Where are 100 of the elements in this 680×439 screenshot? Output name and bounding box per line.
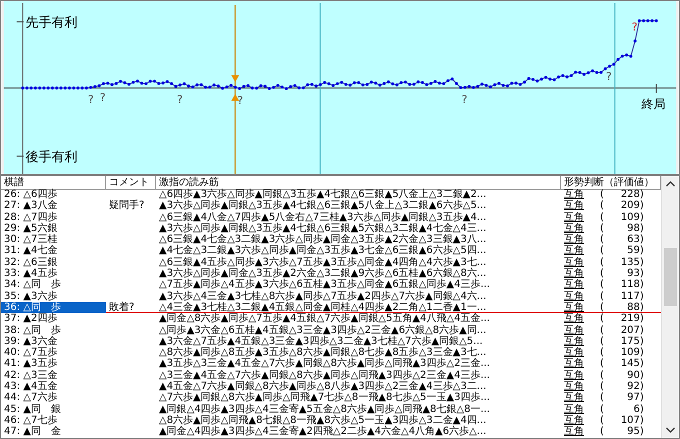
move-cell[interactable]: 35: ▲3六歩 xyxy=(1,290,106,302)
position-cursor[interactable] xyxy=(231,4,240,174)
paren: ) xyxy=(640,234,644,246)
judgement-text: 互角 xyxy=(564,256,585,268)
column-header[interactable]: 棋譜 xyxy=(1,176,106,190)
variation-cell-text: ▲3六歩△同歩▲同銀△3五歩▲4七銀△6三銀▲5六銀△3二銀▲4七金△4三... xyxy=(158,222,488,234)
column-header[interactable]: コメント xyxy=(106,176,156,190)
judgement-text: 互角 xyxy=(564,302,585,313)
score-value: 93 xyxy=(626,268,640,280)
score-value: 90 xyxy=(626,370,640,382)
paren: ( xyxy=(600,426,604,438)
paren: ) xyxy=(640,222,644,234)
score-value: 145 xyxy=(620,358,640,370)
score-value: 117 xyxy=(620,290,640,302)
move-cell[interactable]: 46: △7七歩 xyxy=(1,414,106,426)
score-value: 59 xyxy=(626,245,640,257)
move-cell[interactable]: 27: ▲3八金 xyxy=(1,200,106,212)
judgement-text: 互角 xyxy=(564,245,585,257)
paren: ) xyxy=(640,414,644,426)
question-mark: ? xyxy=(632,20,638,34)
move-cell[interactable]: 31: ▲4七金 xyxy=(1,245,106,257)
question-mark: ? xyxy=(462,92,468,106)
score-value: 207 xyxy=(620,324,640,336)
move-cell[interactable]: 36: △同 歩 xyxy=(1,302,106,314)
paren: ( xyxy=(600,414,604,426)
judgement-text: 互角 xyxy=(564,426,585,438)
judgement-text: 互角 xyxy=(564,234,585,246)
paren: ) xyxy=(640,426,644,438)
scroll-thumb[interactable] xyxy=(664,248,677,306)
variation-cell-text: △3三金▲4五金△7六歩▲同銀△8六歩▲同歩△同飛▲3四歩△2三金▲4三歩... xyxy=(158,370,491,381)
move-cell[interactable]: 32: △6三銀 xyxy=(1,256,106,268)
variation-cell-text: ▲同金△8六歩▲同歩△7五歩▲4五銀△7六歩▲同銀△5五角▲4八飛△4五金... xyxy=(158,313,491,324)
move-cell[interactable]: 41: ▲3五歩 xyxy=(1,358,106,370)
paren: ( xyxy=(600,279,604,291)
move-cell[interactable]: 37: ▲2四歩 xyxy=(1,313,106,325)
paren: ( xyxy=(600,324,604,336)
paren: ) xyxy=(640,268,644,280)
paren: ) xyxy=(640,404,644,415)
score-value: 135 xyxy=(620,256,640,268)
paren: ( xyxy=(600,404,604,415)
move-cell[interactable]: 42: △3三金 xyxy=(1,370,106,382)
question-mark: ? xyxy=(100,90,106,104)
variation-cell-text: △4三金▲3七桂△3二銀▲4五銀△同金▲同桂△4四歩▲2二角△1二香▲1一... xyxy=(158,302,488,313)
move-cell[interactable]: 29: ▲5六銀 xyxy=(1,222,106,234)
move-cell[interactable]: 47: ▲同 金 xyxy=(1,426,106,438)
score-value: 95 xyxy=(626,426,640,438)
judgement-text: 互角 xyxy=(564,370,585,381)
move-cell[interactable]: 45: ▲同 銀 xyxy=(1,404,106,415)
move-cell[interactable]: 43: ▲4五金 xyxy=(1,381,106,392)
variation-cell-text: ▲3六歩△4三金▲3七桂△8六歩▲同歩△7五歩▲2四歩△7六歩▲同銀△4六... xyxy=(158,290,488,302)
move-cell[interactable]: 40: △7五歩 xyxy=(1,347,106,358)
score-value: 63 xyxy=(626,234,640,246)
column-header[interactable]: 激指の読み筋 xyxy=(156,176,561,190)
move-cell[interactable]: 33: ▲4五歩 xyxy=(1,268,106,280)
paren: ) xyxy=(640,347,644,358)
paren: ( xyxy=(600,222,604,234)
paren: ( xyxy=(600,290,604,302)
scroll-up-icon[interactable] xyxy=(666,181,675,187)
variation-cell-text: △8六歩▲同歩△8五歩▲3五歩△8六歩▲同銀△8七歩▲8五歩△3三金▲3七... xyxy=(158,347,488,358)
paren: ( xyxy=(600,189,604,200)
variation-cell-text: △同歩▲3六金△6五桂▲4五銀△3三金▲3四歩△2三金▲6六銀△8六歩▲同... xyxy=(158,324,488,336)
paren: ) xyxy=(640,370,644,381)
judgement-text: 互角 xyxy=(564,336,585,347)
move-cell[interactable]: 38: △同 歩 xyxy=(1,324,106,336)
judgement-text: 互角 xyxy=(564,189,585,200)
judgement-text: 互角 xyxy=(564,279,585,291)
paren: ( xyxy=(600,234,604,246)
variation-cell-text: △7六歩▲同銀△8六歩▲同歩△同飛▲7七歩△8一飛▲8七歩△5一玉▲3四歩... xyxy=(158,392,491,404)
move-cell[interactable]: 34: △同 歩 xyxy=(1,279,106,291)
paren: ( xyxy=(600,256,604,268)
judgement-text: 互角 xyxy=(564,324,585,336)
variation-cell-text: ▲4五金△7六歩▲同銀△8六歩▲同歩△8八歩▲3四歩△2三金▲4三歩△3二... xyxy=(158,381,488,392)
question-mark: ? xyxy=(606,70,612,84)
move-cell[interactable]: 44: △7六歩 xyxy=(1,392,106,404)
paren: ) xyxy=(640,256,644,268)
paren: ) xyxy=(640,313,644,325)
paren: ( xyxy=(600,392,604,404)
paren: ( xyxy=(600,200,604,212)
paren: ) xyxy=(640,302,644,313)
variation-cell-text: ▲4七金△3二銀▲3六歩△同歩▲同金△3五歩▲3七金△6三銀▲6六歩△5四... xyxy=(158,245,488,256)
move-cell[interactable]: 28: △7四歩 xyxy=(1,212,106,223)
column-header[interactable]: 形勢判断（評価値） xyxy=(561,176,661,190)
paren: ( xyxy=(600,358,604,370)
scrollbar[interactable] xyxy=(661,176,679,438)
end-label: 終局 xyxy=(642,96,666,111)
move-cell[interactable]: 30: △7三桂 xyxy=(1,234,106,246)
variation-cell-text: ▲3六歩△同歩▲同銀△3五歩▲4七銀△6三銀▲5八金上△3二銀▲6六歩△5... xyxy=(158,200,488,212)
paren: ( xyxy=(600,245,604,257)
variation-cell-text: △6三銀▲4八金△7四歩▲5八金右△7三桂▲3六歩△同歩▲同銀△3五歩▲4... xyxy=(158,212,488,223)
score-value: 109 xyxy=(620,212,640,223)
judgement-text: 互角 xyxy=(564,290,585,302)
score-value: 219 xyxy=(620,313,640,325)
question-mark: ? xyxy=(176,92,183,106)
paren: ) xyxy=(640,212,644,223)
move-cell[interactable]: 39: ▲3六金 xyxy=(1,336,106,348)
score-value: 118 xyxy=(620,279,640,291)
move-cell[interactable]: 26: △6四歩 xyxy=(1,189,106,200)
scroll-down-icon[interactable] xyxy=(666,427,675,433)
variation-cell-text: ▲3六金△7五歩▲4五銀△3三金▲3四歩△3二金▲3七桂△7六歩▲同銀△5... xyxy=(158,336,484,347)
paren: ( xyxy=(600,347,604,358)
